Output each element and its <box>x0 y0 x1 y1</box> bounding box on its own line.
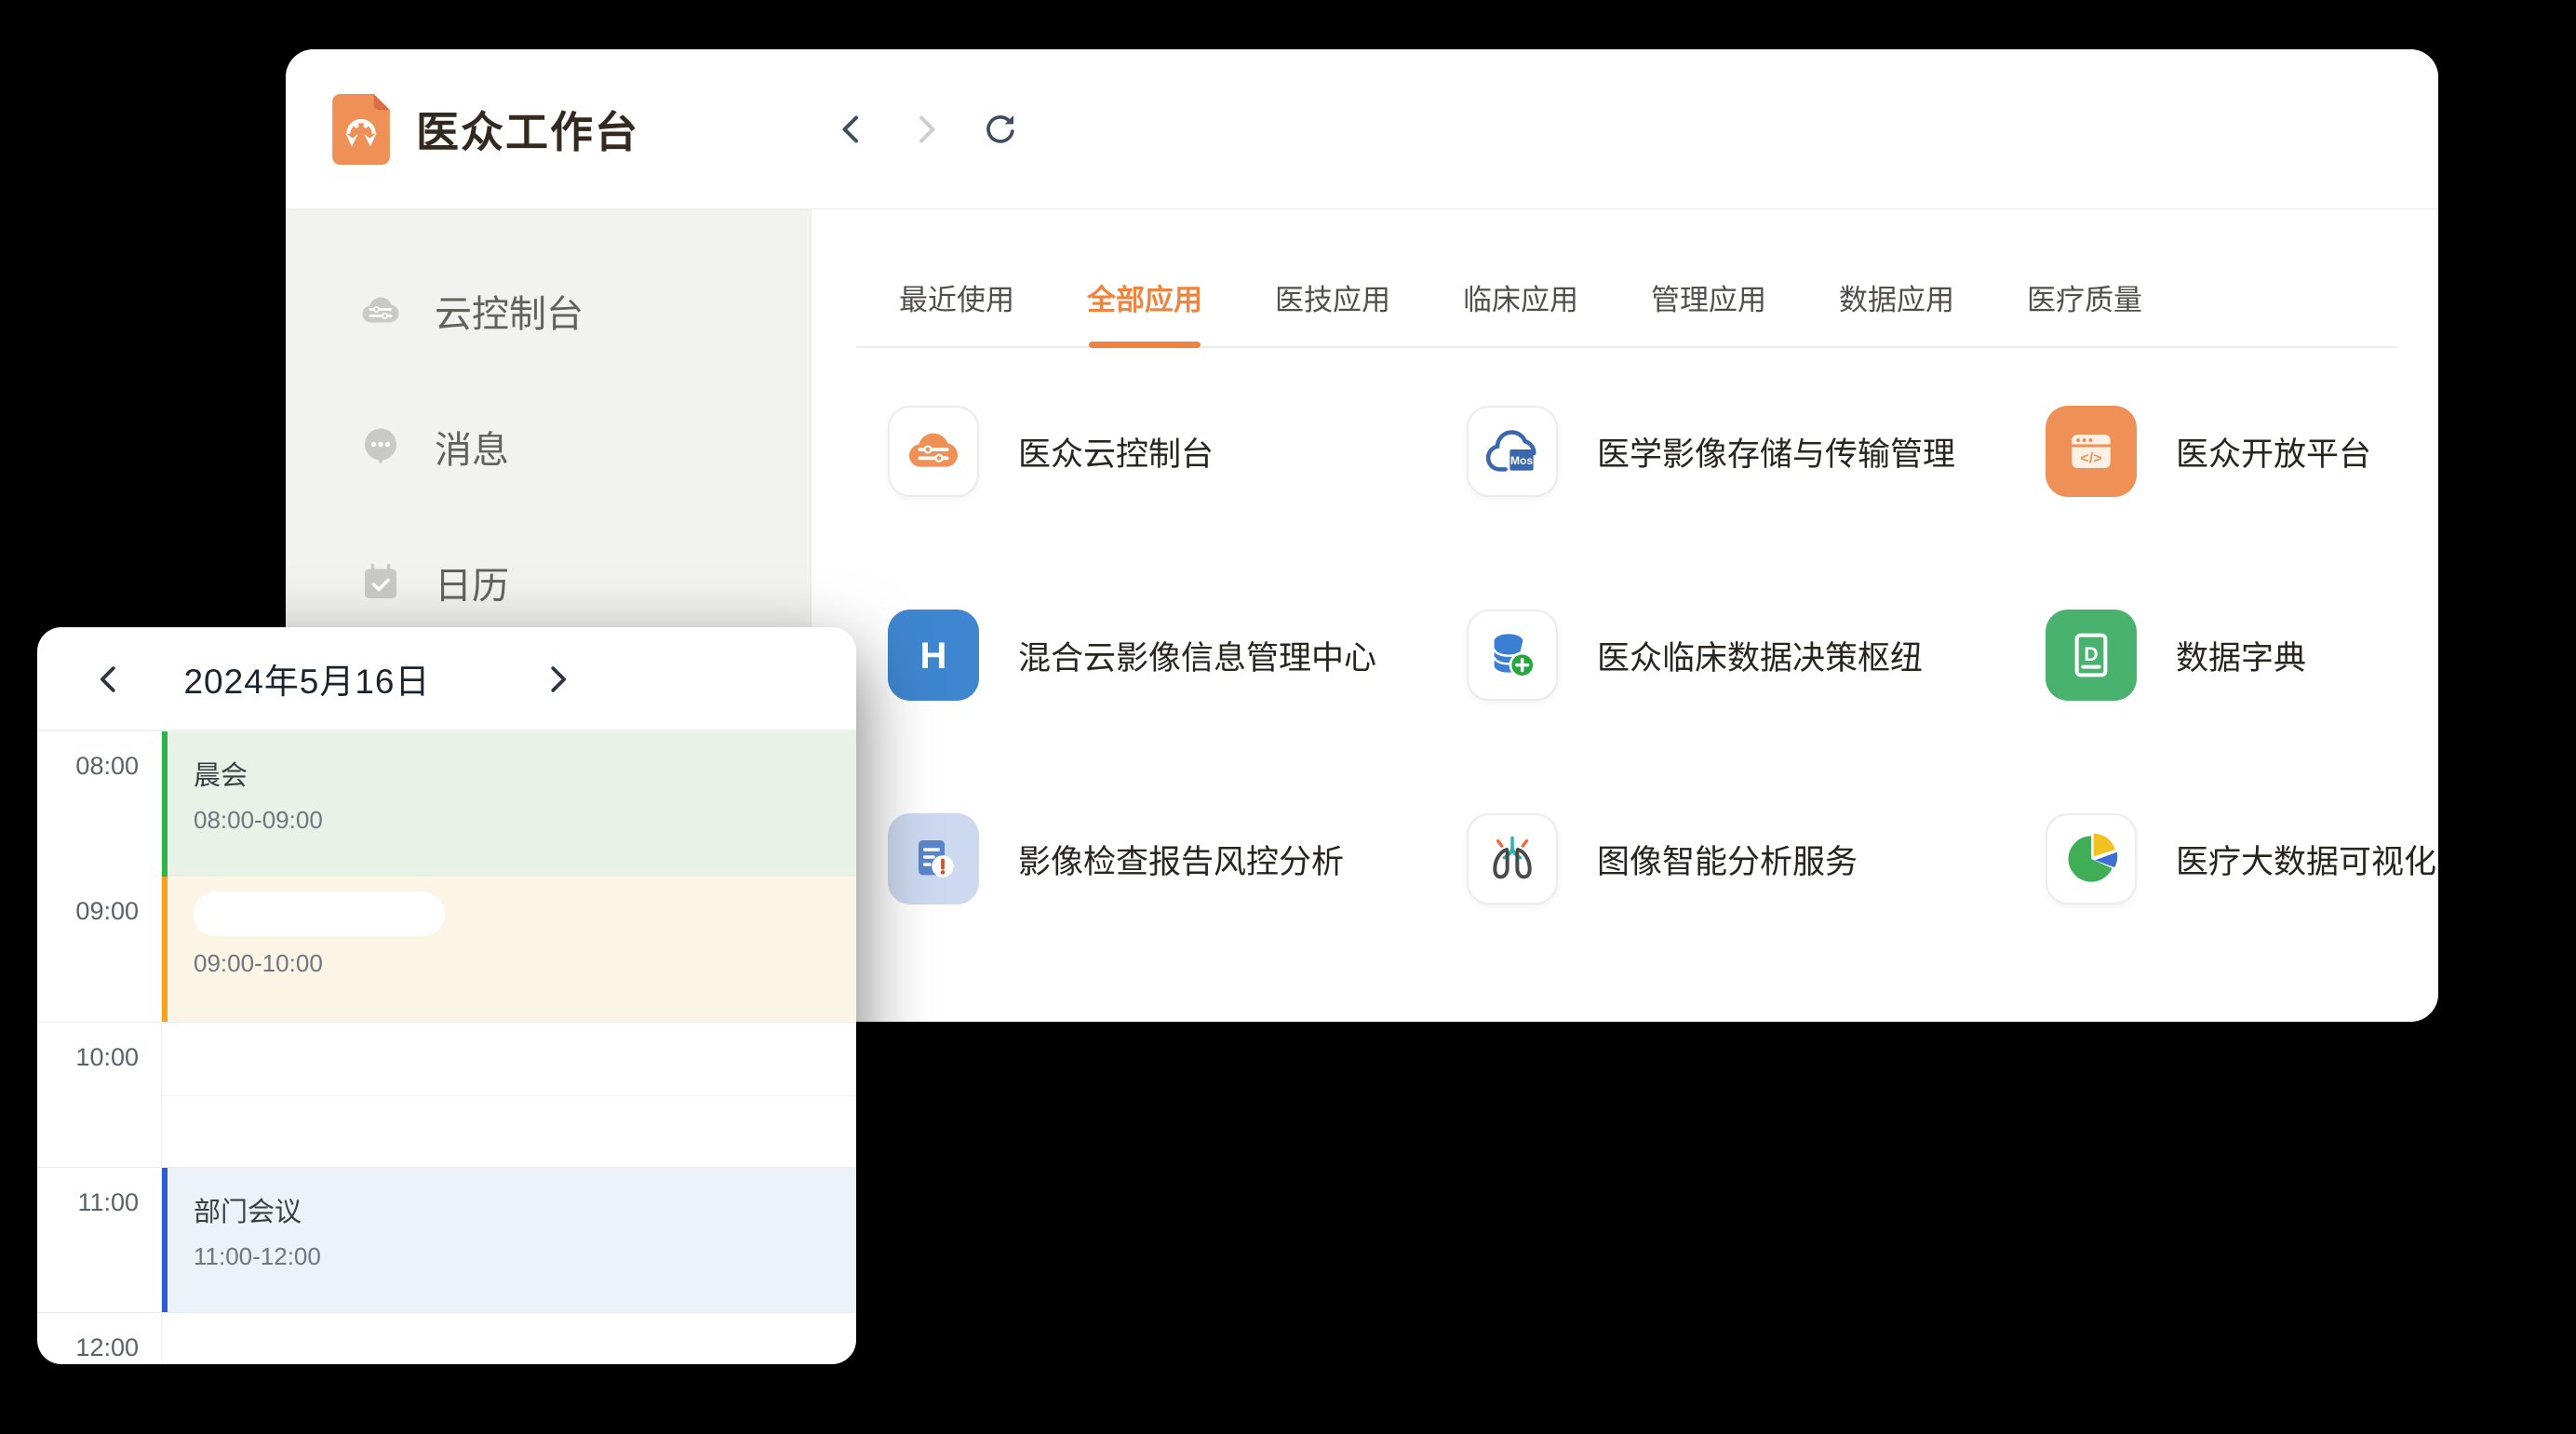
calendar-row: 10:00 <box>37 1022 856 1167</box>
tab-medtech[interactable]: 医技应用 <box>1275 276 1390 346</box>
app-item-imaging-storage[interactable]: Mos 医学影像存储与传输管理 <box>1467 406 2046 497</box>
sidebar-item-label: 日历 <box>435 556 509 610</box>
tab-quality[interactable]: 医疗质量 <box>2027 276 2142 346</box>
nav-back-button[interactable] <box>833 111 870 148</box>
cloud-mos-icon: Mos <box>1467 406 1558 497</box>
app-item-hybrid-cloud[interactable]: H 混合云影像信息管理中心 <box>888 610 1467 701</box>
app-item-big-data-viz[interactable]: 医疗大数据可视化 <box>2046 813 2423 905</box>
time-label: 12:00 <box>37 1313 162 1364</box>
svg-text:</>: </> <box>2080 451 2101 467</box>
letter-h-icon: H <box>888 610 979 701</box>
pie-chart-icon <box>2046 813 2137 905</box>
message-bubble-icon <box>358 424 403 469</box>
event-time: 11:00-12:00 <box>194 1242 856 1271</box>
time-label: 09:00 <box>37 877 162 1022</box>
tab-management[interactable]: 管理应用 <box>1651 276 1766 346</box>
nav-refresh-button[interactable] <box>982 111 1019 148</box>
tab-clinical[interactable]: 临床应用 <box>1463 276 1578 346</box>
calendar-next-button[interactable] <box>540 662 575 697</box>
app-label: 医众临床数据决策枢纽 <box>1597 632 1923 679</box>
event-title: 晨会 <box>194 754 856 793</box>
app-logo-icon <box>332 94 390 165</box>
event-time: 09:00-10:00 <box>194 949 856 978</box>
sidebar-item-messages[interactable]: 消息 <box>286 379 811 515</box>
app-grid: 医众云控制台 Mos 医学影像存储与传输管理 </> 医众开放平台 H 混合云影像信息管… <box>888 406 2423 905</box>
app-label: 混合云影像信息管理中心 <box>1018 632 1376 679</box>
calendar-check-icon <box>358 560 403 605</box>
svg-text:H: H <box>920 636 947 677</box>
cloud-sliders-icon <box>358 288 403 333</box>
calendar-row: 08:00 晨会 08:00-09:00 <box>37 731 856 877</box>
app-label: 医众开放平台 <box>2176 428 2371 476</box>
event-title: 部门会议 <box>194 1190 856 1229</box>
app-item-data-dictionary[interactable]: D 数据字典 <box>2046 610 2423 701</box>
cloud-sliders-tile-icon <box>888 406 979 497</box>
report-alert-icon <box>888 813 979 905</box>
calendar-cell: 09:00-10:00 <box>162 877 856 1022</box>
calendar-panel: 2024年5月16日 08:00 晨会 08:00-09:00 09:00 09:00-… <box>37 627 856 1364</box>
calendar-event[interactable]: 部门会议 11:00-12:00 <box>162 1168 856 1312</box>
calendar-row: 09:00 09:00-10:00 <box>37 877 856 1022</box>
refresh-icon <box>982 111 1019 148</box>
time-label: 08:00 <box>37 731 162 877</box>
app-label: 数据字典 <box>2176 632 2306 679</box>
app-label: 医学影像存储与传输管理 <box>1597 428 1955 476</box>
code-window-icon: </> <box>2046 406 2137 497</box>
time-label: 11:00 <box>37 1168 162 1312</box>
sidebar-item-cloud-console[interactable]: 云控制台 <box>286 243 811 379</box>
app-label: 医疗大数据可视化 <box>2176 836 2436 883</box>
event-time: 08:00-09:00 <box>194 806 856 835</box>
chevron-right-icon <box>907 111 945 148</box>
sidebar-item-label: 云控制台 <box>435 284 584 338</box>
app-item-report-risk[interactable]: 影像检查报告风控分析 <box>888 813 1467 905</box>
calendar-header: 2024年5月16日 <box>37 627 856 731</box>
content-area: 最近使用全部应用医技应用临床应用管理应用数据应用医疗质量 医众云控制台 Mos医… <box>812 209 2438 1021</box>
database-plus-icon <box>1467 610 1558 701</box>
calendar-event[interactable]: 晨会 08:00-09:00 <box>162 731 856 877</box>
calendar-row: 11:00 部门会议 11:00-12:00 <box>37 1167 856 1312</box>
calendar-cell <box>162 1023 856 1167</box>
tab-data[interactable]: 数据应用 <box>1839 276 1954 346</box>
app-title: 医众工作台 <box>416 99 639 160</box>
app-item-image-ai[interactable]: 图像智能分析服务 <box>1467 813 2046 905</box>
time-label: 10:00 <box>37 1023 162 1167</box>
nav-controls <box>833 49 1019 208</box>
tab-bar: 最近使用 全部应用 医技应用 临床应用 管理应用 数据应用 医疗质量 <box>856 209 2397 348</box>
app-item-open-platform[interactable]: </> 医众开放平台 <box>2046 406 2423 497</box>
app-label: 影像检查报告风控分析 <box>1018 836 1344 883</box>
svg-text:Mos: Mos <box>1510 454 1533 467</box>
app-label: 医众云控制台 <box>1018 428 1214 476</box>
tab-recent[interactable]: 最近使用 <box>899 276 1014 346</box>
app-label: 图像智能分析服务 <box>1597 836 1858 883</box>
calendar-grid: 08:00晨会08:00-09:0009:0009:00-10:0010:001… <box>37 731 856 1364</box>
calendar-event[interactable]: 09:00-10:00 <box>162 877 856 1022</box>
nav-forward-button[interactable] <box>907 111 945 148</box>
lungs-icon <box>1467 813 1558 905</box>
redacted-event-pill <box>194 891 445 936</box>
chevron-left-icon <box>833 111 870 148</box>
app-item-cloud-console[interactable]: 医众云控制台 <box>888 406 1467 497</box>
window-header: 医众工作台 <box>286 49 2438 209</box>
app-item-clinical-data-hub[interactable]: 医众临床数据决策枢纽 <box>1467 610 2046 701</box>
dictionary-book-icon: D <box>2046 610 2137 701</box>
calendar-cell: 晨会 08:00-09:00 <box>162 731 856 877</box>
sidebar-item-label: 消息 <box>435 420 509 474</box>
calendar-date-title: 2024年5月16日 <box>121 627 493 730</box>
tab-all-apps[interactable]: 全部应用 <box>1087 276 1202 346</box>
calendar-cell: 部门会议 11:00-12:00 <box>162 1168 856 1312</box>
calendar-cell <box>162 1313 856 1364</box>
calendar-row: 12:00 <box>37 1312 856 1364</box>
svg-text:D: D <box>2084 643 2098 665</box>
